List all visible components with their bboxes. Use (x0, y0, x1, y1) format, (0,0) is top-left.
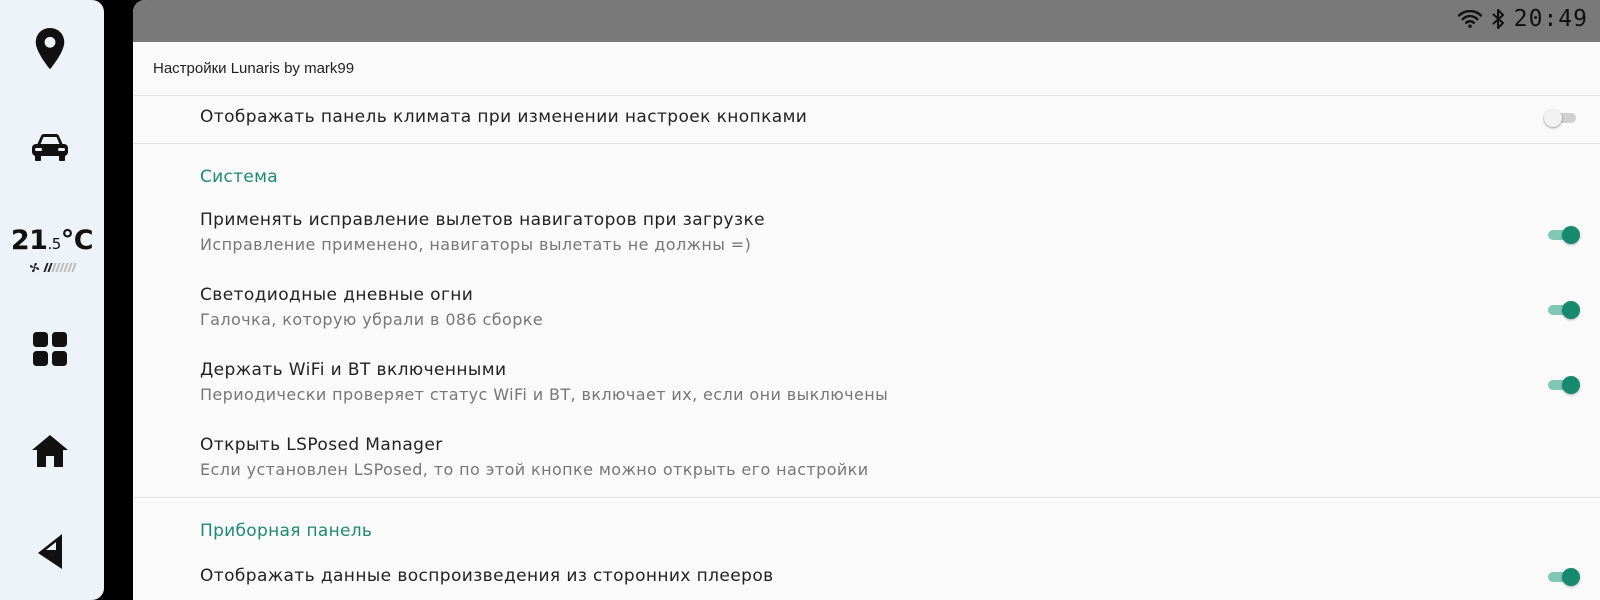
pref-title: Применять исправление вылетов навигаторо… (200, 210, 765, 230)
pref-summary: Исправление применено, навигаторы вылета… (200, 235, 752, 254)
switch-thumb (1562, 226, 1580, 244)
app-title: Настройки Lunaris by mark99 (153, 60, 355, 77)
pref-title: Держать WiFi и BT включенными (200, 360, 507, 380)
home-button[interactable] (0, 428, 100, 474)
pref-third-party-players[interactable]: Отображать данные воспроизведения из сто… (133, 566, 1600, 586)
pref-summary: Галочка, которую убрали в 086 сборке (200, 310, 544, 329)
pref-nav-crash-fix[interactable]: Применять исправление вылетов навигаторо… (133, 210, 1600, 254)
pref-title: Отображать панель климата при изменении … (200, 107, 808, 127)
pref-climate-panel[interactable]: Отображать панель климата при изменении … (133, 107, 1600, 127)
clock: 20:49 (1513, 6, 1588, 32)
fan-speed (0, 261, 104, 273)
pref-title: Отображать данные воспроизведения из сто… (200, 566, 774, 586)
car-button[interactable] (0, 128, 100, 168)
pref-title: Светодиодные дневные огни (200, 285, 474, 305)
divider (133, 143, 1600, 144)
map-pin-icon (35, 28, 65, 70)
divider (133, 497, 1600, 498)
switch-thumb (1562, 568, 1580, 586)
category-system: Система (200, 167, 278, 187)
switch-thumb (1562, 376, 1580, 394)
switch-thumb (1544, 109, 1562, 127)
pref-keep-wifi-bt[interactable]: Держать WiFi и BT включенными Периодичес… (133, 360, 1600, 404)
toggle-drl[interactable] (1544, 300, 1580, 320)
status-bar: 20:49 (133, 0, 1600, 42)
pref-summary: Периодически проверяет статус WiFi и BT,… (200, 385, 889, 404)
pref-drl[interactable]: Светодиодные дневные огни Галочка, котор… (133, 285, 1600, 329)
temperature-display: 21.5°C (0, 226, 104, 259)
status-icons: 20:49 (1457, 6, 1588, 32)
pref-title: Открыть LSPosed Manager (200, 435, 443, 455)
apps-button[interactable] (0, 326, 100, 372)
fan-level-bars (43, 262, 77, 272)
car-icon (32, 134, 68, 161)
settings-panel: 20:49 Настройки Lunaris by mark99 Отобра… (133, 0, 1600, 600)
media-button[interactable] (0, 528, 100, 574)
app-bar: Настройки Lunaris by mark99 (133, 42, 1600, 96)
pref-lsposed[interactable]: Открыть LSPosed Manager Если установлен … (133, 435, 1600, 479)
wifi-icon (1457, 10, 1482, 28)
temperature-integer: 21 (10, 225, 48, 256)
temperature-unit: °C (60, 225, 94, 256)
toggle-climate-panel[interactable] (1544, 108, 1580, 128)
bluetooth-icon (1492, 9, 1504, 29)
toggle-keep-wifi-bt[interactable] (1544, 375, 1580, 395)
apps-grid-icon (33, 332, 67, 366)
media-icon (38, 534, 62, 569)
toggle-nav-crash-fix[interactable] (1544, 225, 1580, 245)
temperature-decimal: .5 (47, 235, 61, 253)
toggle-third-party-players[interactable] (1544, 567, 1580, 587)
category-dashboard: Приборная панель (200, 521, 373, 541)
side-rail: 21.5°C (0, 0, 104, 600)
switch-thumb (1562, 301, 1580, 319)
fan-icon (29, 262, 40, 272)
climate-widget[interactable]: 21.5°C (0, 226, 104, 273)
home-icon (32, 435, 68, 467)
pref-summary: Если установлен LSPosed, то по этой кноп… (200, 460, 869, 479)
navigation-button[interactable] (0, 24, 100, 74)
